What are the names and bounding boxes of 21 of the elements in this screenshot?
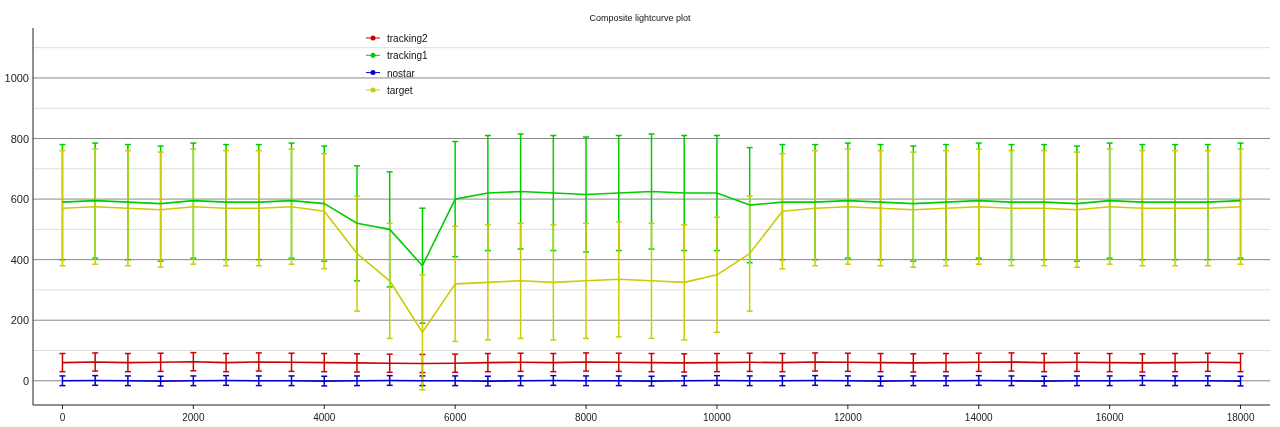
x-tick-label: 10000 <box>703 412 731 423</box>
legend-label: target <box>387 84 413 96</box>
y-tick-label: 1000 <box>4 71 29 84</box>
x-tick-label: 2000 <box>182 412 205 423</box>
x-tick-label: 14000 <box>964 412 993 423</box>
x-tick-label: 12000 <box>833 412 862 423</box>
y-tick-label: 400 <box>10 253 29 266</box>
y-tick-label: 800 <box>10 132 29 145</box>
x-tick-label: 0 <box>59 412 66 423</box>
x-tick-label: 6000 <box>444 412 467 423</box>
y-tick-label: 600 <box>10 193 29 206</box>
legend-label: tracking2 <box>387 33 428 44</box>
x-tick-label: 16000 <box>1095 412 1124 423</box>
legend-label: nostar <box>387 67 415 79</box>
x-tick-label: 4000 <box>313 412 336 423</box>
y-tick-label: 0 <box>22 374 29 387</box>
x-tick-label: 18000 <box>1226 412 1255 423</box>
legend-label: tracking1 <box>387 50 428 62</box>
x-tick-label: 8000 <box>574 412 598 423</box>
chart-title: Composite lightcurve plot <box>589 13 691 23</box>
y-tick-label: 200 <box>10 314 29 327</box>
